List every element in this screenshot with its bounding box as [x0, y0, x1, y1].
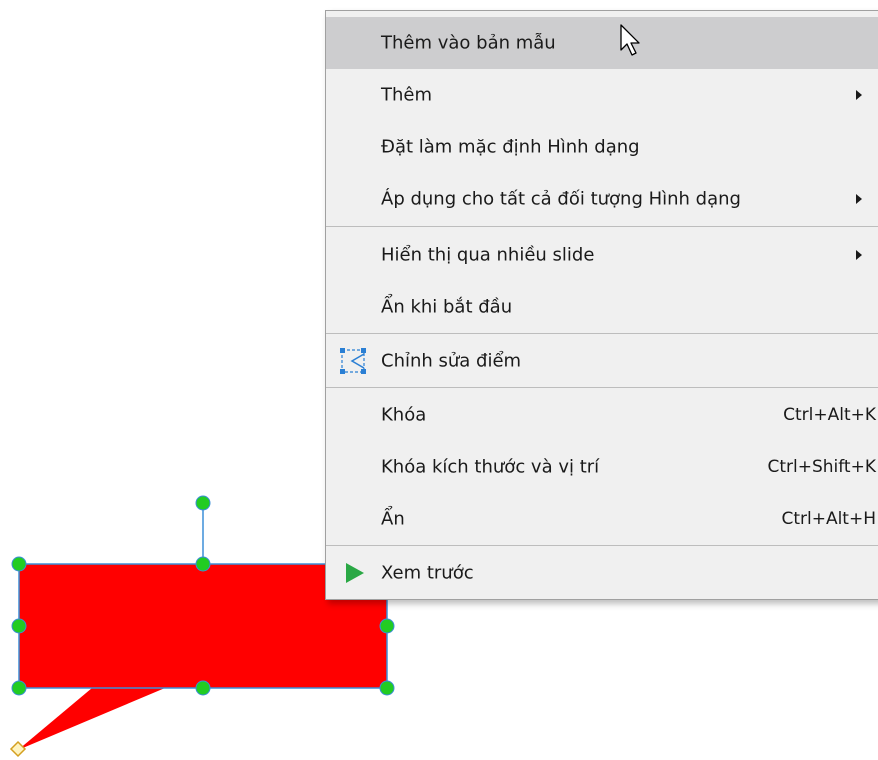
menu-item-shortcut: Ctrl+Shift+K	[767, 457, 876, 477]
menu-item-label: Đặt làm mặc định Hình dạng	[381, 136, 640, 158]
menu-item-label: Xem trước	[381, 562, 474, 584]
resize-handle-bottom-center[interactable]	[195, 680, 211, 696]
play-icon	[346, 563, 364, 583]
menu-separator	[326, 333, 878, 334]
rotation-handle[interactable]	[195, 495, 211, 511]
menu-item-add[interactable]: Thêm	[326, 69, 878, 121]
submenu-arrow-icon	[856, 250, 862, 260]
menu-item-add-to-template[interactable]: Thêm vào bản mẫu	[326, 17, 878, 69]
menu-separator	[326, 387, 878, 388]
menu-item-lock-size-position[interactable]: Khóa kích thước và vị trí Ctrl+Shift+K	[326, 441, 878, 493]
menu-item-apply-to-all-shapes[interactable]: Áp dụng cho tất cả đối tượng Hình dạng	[326, 173, 878, 225]
menu-item-label: Ẩn khi bắt đầu	[381, 296, 513, 318]
resize-handle-middle-left[interactable]	[11, 618, 27, 634]
menu-item-label: Chỉnh sửa điểm	[381, 350, 522, 372]
menu-item-lock[interactable]: Khóa Ctrl+Alt+K	[326, 389, 878, 441]
menu-item-shortcut: Ctrl+Alt+H	[781, 509, 876, 529]
resize-handle-top-left[interactable]	[11, 556, 27, 572]
menu-item-label: Áp dụng cho tất cả đối tượng Hình dạng	[381, 188, 741, 210]
menu-item-shortcut: Ctrl+Alt+K	[783, 405, 876, 425]
menu-item-set-default-shape[interactable]: Đặt làm mặc định Hình dạng	[326, 121, 878, 173]
pointer-adjust-handle[interactable]	[9, 740, 27, 758]
menu-item-label: Khóa	[381, 404, 427, 426]
resize-handle-bottom-right[interactable]	[379, 680, 395, 696]
menu-separator	[326, 545, 878, 546]
menu-item-edit-points[interactable]: Chỉnh sửa điểm	[326, 335, 878, 387]
edit-points-icon	[340, 348, 366, 374]
arrow-cursor-icon	[620, 24, 640, 56]
menu-item-preview[interactable]: Xem trước	[326, 547, 878, 599]
resize-handle-middle-right[interactable]	[379, 618, 395, 634]
menu-item-label: Ẩn	[381, 508, 405, 530]
slide-canvas[interactable]: Thêm vào bản mẫu Thêm Đặt làm mặc định H…	[0, 0, 878, 760]
resize-handle-top-center[interactable]	[195, 556, 211, 572]
menu-item-label: Hiển thị qua nhiều slide	[381, 244, 595, 266]
menu-item-label: Thêm vào bản mẫu	[381, 32, 556, 54]
menu-item-label: Khóa kích thước và vị trí	[381, 456, 600, 478]
submenu-arrow-icon	[856, 90, 862, 100]
context-menu: Thêm vào bản mẫu Thêm Đặt làm mặc định H…	[325, 10, 878, 600]
menu-item-hide[interactable]: Ẩn Ctrl+Alt+H	[326, 493, 878, 545]
callout-pointer[interactable]	[18, 688, 165, 750]
resize-handle-bottom-left[interactable]	[11, 680, 27, 696]
menu-item-hide-on-start[interactable]: Ẩn khi bắt đầu	[326, 281, 878, 333]
menu-item-show-across-slides[interactable]: Hiển thị qua nhiều slide	[326, 229, 878, 281]
menu-separator	[326, 226, 878, 227]
submenu-arrow-icon	[856, 194, 862, 204]
menu-item-label: Thêm	[381, 84, 433, 106]
